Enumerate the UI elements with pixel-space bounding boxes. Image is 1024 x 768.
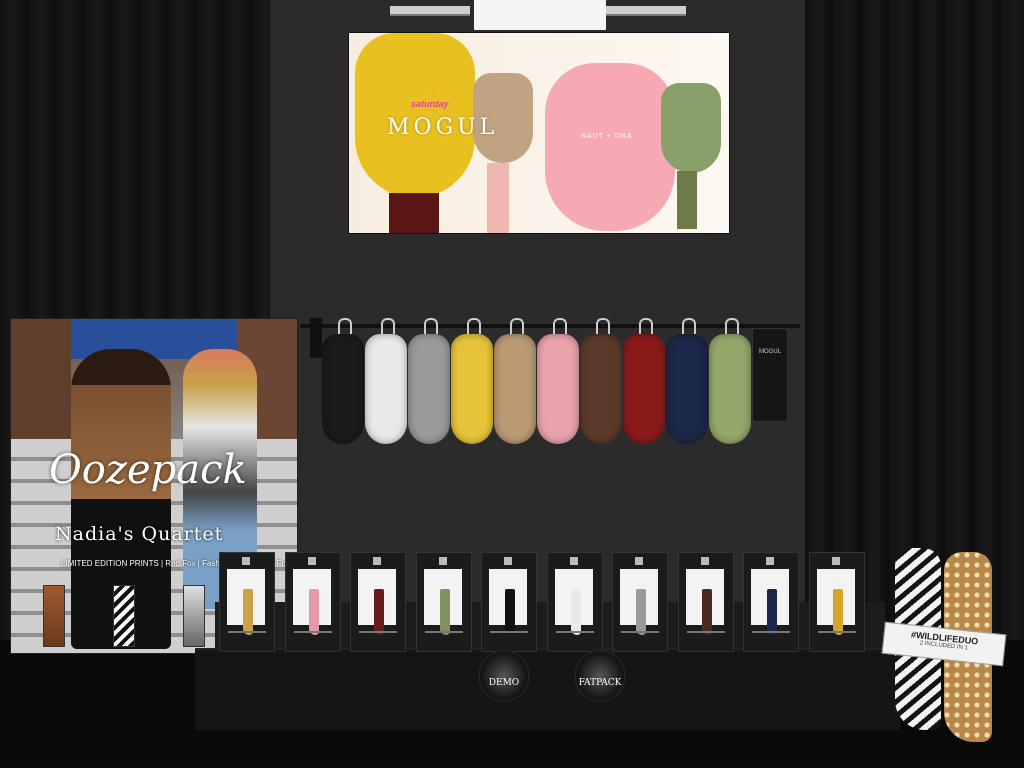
- box-label-line: [228, 631, 266, 633]
- poster-model-yellow-legs: [389, 193, 439, 233]
- mogul-ad-poster[interactable]: ♛ saturday MOGUL NAUT + DRA: [348, 32, 730, 234]
- ceiling-light-right: [606, 6, 686, 16]
- boot-color-box[interactable]: [743, 552, 799, 652]
- coat-color-option[interactable]: [365, 334, 407, 444]
- poster-subtitle: NAUT + DRA: [581, 133, 633, 140]
- boot-icon: [374, 589, 384, 635]
- display-platform: [195, 648, 900, 730]
- hanger-icon: [467, 318, 481, 334]
- boot-icon: [570, 589, 581, 635]
- swatch-red-fox: [43, 585, 65, 647]
- boot-color-box[interactable]: [350, 552, 406, 652]
- boot-color-box[interactable]: [415, 552, 472, 652]
- hanger-icon: [553, 318, 567, 334]
- box-label-line: [686, 631, 725, 633]
- coat-color-option[interactable]: [623, 334, 665, 444]
- hanger-icon: [338, 318, 352, 334]
- box-label-line: [424, 631, 463, 633]
- boot-color-box[interactable]: [677, 552, 734, 652]
- coat-color-option[interactable]: [537, 334, 579, 444]
- box-label-line: [752, 631, 790, 633]
- coat-color-option[interactable]: [322, 334, 364, 444]
- coat-color-option[interactable]: [666, 334, 708, 444]
- coat-color-option[interactable]: [408, 334, 450, 444]
- box-logo-icon: [373, 557, 381, 565]
- boot-picture-frame: [816, 569, 855, 635]
- hanger-icon: [510, 318, 524, 334]
- coat-color-option[interactable]: [451, 334, 493, 444]
- demo-button[interactable]: DEMO: [478, 650, 530, 702]
- hanger-icon: [596, 318, 610, 334]
- ceiling-light-box: [474, 0, 606, 30]
- box-label-line: [490, 631, 528, 633]
- box-logo-icon: [242, 557, 250, 565]
- coat-color-option[interactable]: [494, 334, 536, 444]
- poster-logo: MOGUL: [387, 115, 499, 140]
- fatpack-button[interactable]: FATPACK: [574, 650, 626, 702]
- box-logo-icon: [635, 557, 643, 565]
- sign-brand: Oozepack: [49, 447, 247, 493]
- box-label-line: [555, 631, 594, 633]
- poster-model-pink: [545, 63, 675, 231]
- hanger-icon: [639, 318, 653, 334]
- boot-icon: [832, 589, 843, 635]
- poster-tag: saturday: [411, 99, 449, 109]
- ceiling-light-left: [390, 6, 470, 16]
- boot-icon: [505, 589, 515, 635]
- box-label-line: [293, 631, 332, 633]
- boot-color-box[interactable]: [612, 552, 668, 652]
- poster-model-tan-legs: [487, 163, 509, 233]
- box-logo-icon: [831, 557, 840, 565]
- box-label-line: [817, 631, 856, 633]
- boot-picture-frame: [292, 569, 331, 635]
- boot-picture-frame: [751, 569, 789, 635]
- box-logo-icon: [569, 557, 578, 565]
- boot-picture-frame: [423, 569, 462, 635]
- boot-color-box[interactable]: [546, 552, 603, 652]
- coat-color-option[interactable]: [709, 334, 751, 444]
- hanger-icon: [424, 318, 438, 334]
- swatch-silver-fox: [183, 585, 205, 647]
- boot-color-box[interactable]: [284, 552, 341, 652]
- hanger-icon: [381, 318, 395, 334]
- box-label-line: [359, 631, 397, 633]
- boot-picture-frame: [620, 569, 658, 635]
- boot-color-box[interactable]: [808, 552, 865, 652]
- boot-color-box[interactable]: [219, 552, 275, 652]
- boot-picture-frame: [358, 569, 396, 635]
- poster-model-green-legs: [677, 171, 697, 229]
- boot-picture-frame: [554, 569, 593, 635]
- box-logo-icon: [307, 557, 316, 565]
- garment-bag[interactable]: MOGUL: [752, 328, 788, 422]
- box-logo-icon: [438, 557, 447, 565]
- box-logo-icon: [766, 557, 774, 565]
- poster-model-green: [661, 83, 721, 173]
- box-logo-icon: [700, 557, 709, 565]
- boot-icon: [439, 589, 450, 635]
- hanger-icon: [682, 318, 696, 334]
- boot-icon: [701, 589, 712, 635]
- boot-color-box[interactable]: [481, 552, 537, 652]
- coat-color-option[interactable]: [580, 334, 622, 444]
- garment-bag-label: MOGUL: [758, 349, 781, 355]
- sign-product-title: Nadia's Quartet: [55, 523, 224, 545]
- boot-picture-frame: [227, 569, 265, 635]
- boot-icon: [636, 589, 646, 635]
- box-logo-icon: [504, 557, 512, 565]
- box-label-line: [621, 631, 659, 633]
- boot-picture-frame: [685, 569, 724, 635]
- boot-picture-frame: [489, 569, 527, 635]
- swatch-fashion-killa: [113, 585, 135, 647]
- boot-icon: [243, 589, 253, 635]
- boot-icon: [308, 589, 319, 635]
- boot-icon: [767, 589, 777, 635]
- hanger-icon: [725, 318, 739, 334]
